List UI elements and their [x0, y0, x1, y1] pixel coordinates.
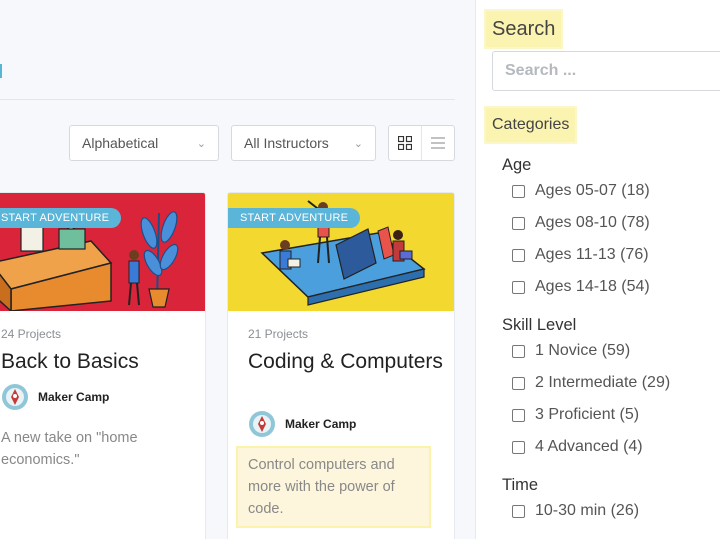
checkbox[interactable] — [512, 440, 525, 454]
grid-icon — [398, 136, 412, 150]
list-icon — [431, 137, 445, 149]
start-adventure-badge[interactable]: START ADVENTURE — [228, 208, 361, 228]
card-description: Control computers and more with the powe… — [236, 446, 431, 528]
chevron-down-icon: ⌄ — [353, 137, 363, 150]
filter-option-label: Ages 05-07 (18) — [535, 182, 650, 199]
filter-group-time: Time — [502, 476, 539, 494]
filter-group-skill-level: Skill Level — [502, 316, 577, 334]
checkbox[interactable] — [512, 184, 525, 198]
card-illustration: START ADVENTURE — [228, 193, 454, 311]
main-content: Alphabetical ⌄ All Instructors ⌄ START A… — [0, 0, 475, 539]
instructor-select-value: All Instructors — [244, 135, 329, 151]
checkbox[interactable] — [512, 504, 525, 518]
chevron-down-icon: ⌄ — [196, 137, 206, 150]
card-title[interactable]: Coding & Computers — [248, 348, 448, 375]
filter-option[interactable]: Ages 11-13 (76) — [512, 246, 649, 264]
filter-option[interactable]: Ages 14-18 (54) — [512, 278, 650, 296]
list-view-button[interactable] — [421, 126, 454, 160]
sort-select[interactable]: Alphabetical ⌄ — [69, 125, 219, 161]
filter-option[interactable]: Ages 05-07 (18) — [512, 182, 650, 200]
instructor-select[interactable]: All Instructors ⌄ — [231, 125, 376, 161]
filter-option[interactable]: 3 Proficient (5) — [512, 406, 639, 424]
checkbox[interactable] — [512, 408, 525, 422]
sidebar: Search Categories Age Ages 05-07 (18) Ag… — [475, 0, 720, 539]
search-input[interactable] — [492, 51, 720, 91]
filter-option-label: Ages 14-18 (54) — [535, 278, 650, 295]
filter-option-label: Ages 08-10 (78) — [535, 214, 650, 231]
course-card[interactable]: START ADVENTURE 21 Projects Coding & Com… — [227, 192, 455, 539]
instructor[interactable]: Maker Camp — [248, 410, 356, 438]
start-adventure-badge[interactable]: START ADVENTURE — [0, 208, 122, 228]
search-heading: Search — [484, 9, 564, 49]
categories-heading: Categories — [484, 106, 578, 144]
filter-option[interactable]: 2 Intermediate (29) — [512, 374, 670, 392]
filter-option[interactable]: Ages 08-10 (78) — [512, 214, 650, 232]
card-description: A new take on "home economics." — [1, 430, 138, 468]
filter-option[interactable]: 4 Advanced (4) — [512, 438, 643, 456]
project-count: 24 Projects — [1, 327, 62, 341]
filter-option-label: 4 Advanced (4) — [535, 438, 643, 455]
filter-option-label: 10-30 min (26) — [535, 502, 640, 519]
card-illustration: START ADVENTURE — [0, 193, 205, 311]
course-card[interactable]: START ADVENTURE 24 Projects Back to Basi… — [0, 192, 206, 539]
edge-accent — [0, 64, 2, 78]
filter-option-label: 1 Novice (59) — [535, 342, 631, 359]
avatar — [2, 384, 28, 410]
filter-group-age: Age — [502, 156, 532, 174]
project-count: 21 Projects — [248, 327, 309, 341]
filter-option[interactable]: 1 Novice (59) — [512, 342, 630, 360]
filter-option-label: Ages 11-13 (76) — [535, 246, 649, 263]
checkbox[interactable] — [512, 216, 525, 230]
sort-select-value: Alphabetical — [82, 135, 159, 151]
checkbox[interactable] — [512, 248, 525, 262]
instructor-name: Maker Camp — [38, 390, 110, 404]
avatar — [249, 411, 275, 437]
checkbox[interactable] — [512, 376, 525, 390]
view-toggle — [388, 125, 455, 161]
card-title[interactable]: Back to Basics — [1, 348, 205, 375]
instructor-name: Maker Camp — [285, 417, 357, 431]
checkbox[interactable] — [512, 280, 525, 294]
filter-option[interactable]: 10-30 min (26) — [512, 502, 639, 520]
instructor[interactable]: Maker Camp — [1, 383, 109, 411]
checkbox[interactable] — [512, 344, 525, 358]
header-divider — [0, 99, 455, 100]
filter-option-label: 3 Proficient (5) — [535, 406, 640, 423]
filter-option-label: 2 Intermediate (29) — [535, 374, 671, 391]
grid-view-button[interactable] — [389, 126, 421, 160]
